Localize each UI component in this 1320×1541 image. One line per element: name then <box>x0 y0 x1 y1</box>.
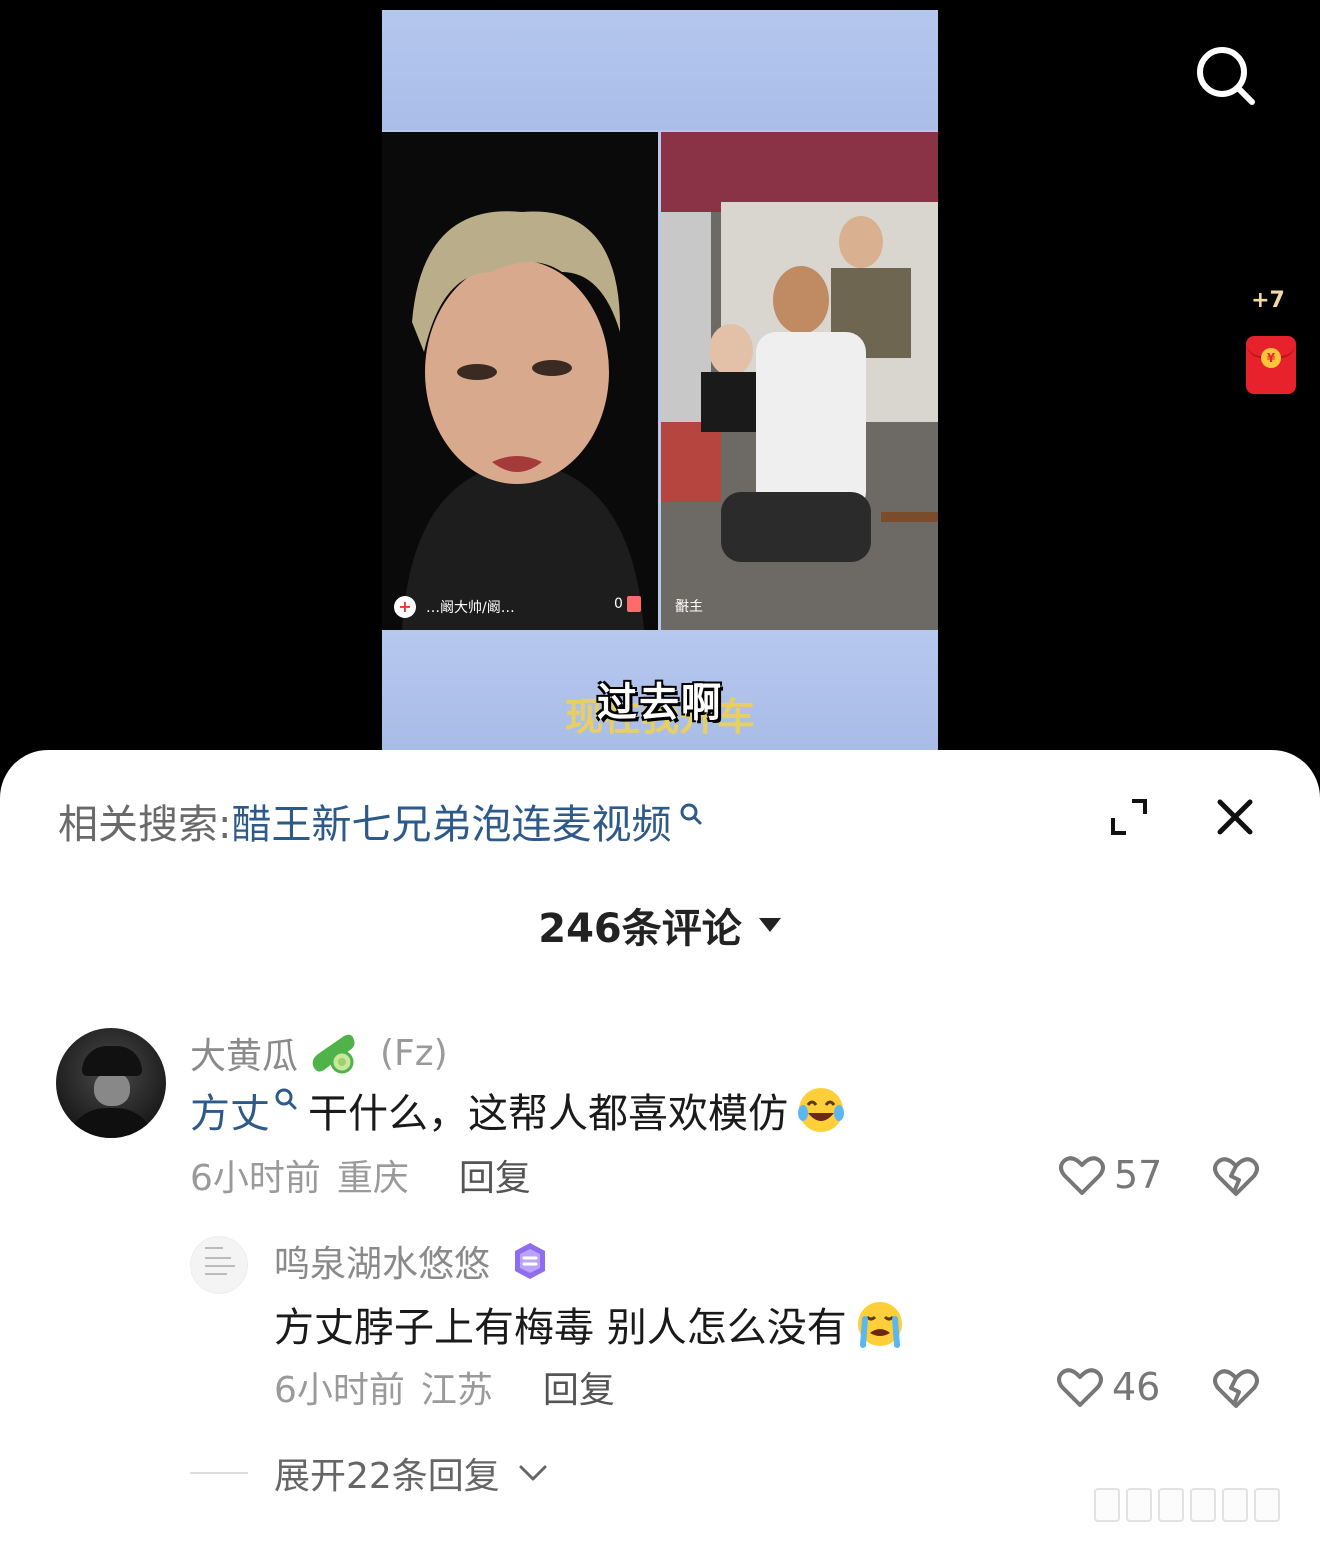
streamer-scene-right <box>661 132 938 630</box>
comment-count-dropdown[interactable]: 246条评论 <box>0 896 1320 954</box>
cucumber-emoji-icon <box>312 1034 355 1074</box>
broken-heart-icon[interactable] <box>1212 1154 1260 1198</box>
comment-body: 干什么，这帮人都喜欢模仿 <box>308 1091 788 1137</box>
username-text: 鸣泉湖水悠悠 <box>274 1244 491 1285</box>
username-text: 大黄瓜 <box>190 1036 299 1077</box>
avatar[interactable] <box>56 1028 166 1138</box>
broken-heart-icon[interactable] <box>1212 1366 1260 1410</box>
user-tag: (Fz) <box>380 1032 448 1074</box>
expand-replies-button[interactable]: 展开22条回复 <box>190 1448 548 1498</box>
watermark-glyph <box>1094 1488 1120 1522</box>
related-search-link[interactable]: 醋王新七兄弟泡连麦视频 <box>231 800 671 850</box>
reply-time: 6小时前 <box>274 1370 405 1411</box>
comment-time: 6小时前 <box>190 1158 321 1199</box>
host-tag: 主播 <box>675 599 703 615</box>
gift-count: 0 <box>614 596 623 612</box>
like-button[interactable]: 46 <box>1056 1362 1160 1412</box>
video-subtitle: 过去啊 <box>597 680 723 726</box>
video-player[interactable]: + …阚大帅/阚… 0 主播 现在我开车 过去啊 +7 ¥ <box>0 0 1320 760</box>
comment-text: 方丈 干什么，这帮人都喜欢模仿 <box>190 1082 846 1138</box>
reply-button[interactable]: 回复 <box>459 1149 531 1201</box>
red-envelope-icon[interactable]: ¥ <box>1246 336 1296 394</box>
livestream-panel-left: + …阚大帅/阚… 0 <box>382 132 658 630</box>
close-icon[interactable] <box>1216 798 1254 836</box>
fullscreen-icon[interactable] <box>1110 798 1148 836</box>
reply-body: 方丈脖子上有梅毒 别人怎么没有 <box>274 1305 847 1351</box>
video-top-band <box>382 10 938 130</box>
comment-location: 重庆 <box>336 1158 409 1199</box>
avatar-hat <box>82 1046 142 1076</box>
comment-username[interactable]: 大黄瓜 (Fz) <box>190 1028 448 1078</box>
reply-text: 方丈脖子上有梅毒 别人怎么没有 <box>274 1296 905 1352</box>
avatar-body <box>66 1108 156 1138</box>
reply-username[interactable]: 鸣泉湖水悠悠 <box>274 1236 550 1286</box>
follow-plus-icon[interactable]: + <box>394 596 416 618</box>
expand-replies-label: 展开22条回复 <box>274 1456 500 1497</box>
livestream-panel-right: 主播 <box>661 132 938 630</box>
related-search-label: 相关搜索: <box>58 802 232 848</box>
chevron-down-icon <box>519 1465 547 1481</box>
avatar-receipt-line <box>205 1265 235 1267</box>
watermark-glyph <box>1254 1488 1280 1522</box>
comment-count: 246条评论 <box>538 906 742 952</box>
reply-meta: 6小时前 江苏 回复 <box>274 1362 615 1412</box>
laughing-tears-emoji-icon <box>798 1088 844 1132</box>
small-search-icon <box>275 1088 297 1110</box>
caret-down-icon <box>758 918 781 932</box>
like-button[interactable]: 57 <box>1058 1150 1162 1200</box>
expand-divider <box>190 1472 248 1474</box>
stream-user-name: …阚大帅/阚… <box>426 600 515 616</box>
reply-avatar[interactable] <box>190 1236 248 1294</box>
watermark-glyph <box>1222 1488 1248 1522</box>
avatar-face <box>94 1072 130 1106</box>
watermark-glyph <box>1190 1488 1216 1522</box>
like-count: 57 <box>1114 1153 1163 1197</box>
watermark-glyph <box>1158 1488 1184 1522</box>
comment-sheet: 相关搜索: 醋王新七兄弟泡连麦视频 246条评论 大黄瓜 (Fz) 方丈 干什么… <box>0 750 1320 1541</box>
watermark-glyph <box>1126 1488 1152 1522</box>
gift-icon <box>626 596 641 612</box>
small-search-icon <box>680 803 702 825</box>
red-envelope-coin: ¥ <box>1261 348 1281 368</box>
mention-link[interactable]: 方丈 <box>190 1081 270 1139</box>
watermark <box>1094 1488 1280 1522</box>
member-badge-icon <box>515 1243 546 1279</box>
related-search: 相关搜索: 醋王新七兄弟泡连麦视频 <box>58 800 703 850</box>
avatar-receipt-line <box>205 1273 227 1275</box>
reply-button[interactable]: 回复 <box>543 1361 615 1413</box>
search-icon[interactable] <box>1194 44 1256 106</box>
avatar-receipt-line <box>205 1247 223 1249</box>
comment-meta: 6小时前 重庆 回复 <box>190 1150 531 1200</box>
crying-emoji-icon <box>857 1302 902 1348</box>
heart-icon <box>1059 1156 1105 1195</box>
video-frame: + …阚大帅/阚… 0 主播 现在我开车 过去啊 <box>382 10 938 760</box>
heart-icon <box>1057 1368 1103 1407</box>
stream-user-tag: + …阚大帅/阚… <box>394 596 515 618</box>
stream-gift-counter: 0 <box>614 596 641 612</box>
red-envelope-count: +7 <box>1251 288 1285 313</box>
streamer-figure-left <box>382 132 658 630</box>
avatar-receipt-line <box>205 1257 231 1259</box>
like-count: 46 <box>1112 1365 1161 1409</box>
reply-location: 江苏 <box>420 1370 493 1411</box>
